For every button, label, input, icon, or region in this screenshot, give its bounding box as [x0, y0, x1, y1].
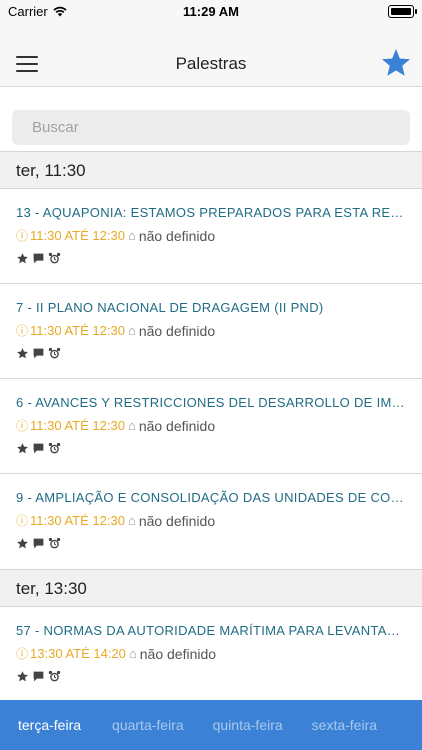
talk-title: 7 - II PLANO NACIONAL DE DRAGAGEM (II PN… — [16, 300, 324, 315]
talk-meta: ⓘ 11:30 ATÉ 12:30 ⌂ não definido — [16, 322, 406, 339]
chat-icon[interactable] — [32, 442, 45, 455]
item-actions — [16, 347, 406, 360]
info-icon: ⓘ — [16, 514, 29, 528]
status-bar: Carrier 11:29 AM — [0, 0, 422, 24]
talk-room: não definido — [138, 227, 216, 244]
tab-terca-feira[interactable]: terça-feira — [18, 717, 81, 733]
star-icon[interactable] — [16, 252, 29, 265]
talk-room: não definido — [138, 417, 216, 434]
talk-title: 6 - AVANCES Y RESTRICCIONES DEL DESARROL… — [16, 395, 406, 410]
page-title: Palestras — [175, 54, 247, 73]
home-icon: ⌂ — [127, 228, 136, 243]
talk-room: não definido — [139, 645, 217, 662]
star-icon[interactable] — [16, 442, 29, 455]
navigation-bar: Palestras — [0, 24, 422, 87]
item-actions — [16, 442, 406, 455]
alarm-clock-icon[interactable] — [48, 252, 61, 265]
info-icon: ⓘ — [16, 647, 29, 661]
search-input[interactable] — [12, 110, 410, 145]
talk-time: 11:30 ATÉ 12:30 — [30, 323, 125, 338]
section-header: ter, 11:30 — [0, 151, 422, 189]
chat-icon[interactable] — [32, 537, 45, 550]
talk-room: não definido — [138, 512, 216, 529]
battery-icon — [388, 5, 417, 18]
star-icon[interactable] — [380, 47, 412, 79]
list-item[interactable]: 7 - II PLANO NACIONAL DE DRAGAGEM (II PN… — [0, 284, 422, 379]
star-icon[interactable] — [16, 670, 29, 683]
star-icon[interactable] — [16, 347, 29, 360]
section-header: ter, 13:30 — [0, 569, 422, 607]
tab-sexta-feira[interactable]: sexta-feira — [312, 717, 377, 733]
list-item[interactable]: 13 - AQUAPONIA: ESTAMOS PREPARADOS PARA … — [0, 189, 422, 284]
list-item[interactable]: 57 - NORMAS DA AUTORIDADE MARÍTIMA PARA … — [0, 607, 422, 702]
item-actions — [16, 252, 406, 265]
talk-title: 13 - AQUAPONIA: ESTAMOS PREPARADOS PARA … — [16, 205, 406, 220]
search-bar — [0, 87, 422, 151]
talk-time: 11:30 ATÉ 12:30 — [30, 418, 125, 433]
list-item[interactable]: 6 - AVANCES Y RESTRICCIONES DEL DESARROL… — [0, 379, 422, 474]
alarm-clock-icon[interactable] — [48, 442, 61, 455]
alarm-clock-icon[interactable] — [48, 670, 61, 683]
talk-time: 11:30 ATÉ 12:30 — [30, 513, 125, 528]
talk-meta: ⓘ 11:30 ATÉ 12:30 ⌂ não definido — [16, 512, 406, 529]
item-actions — [16, 537, 406, 550]
list-item[interactable]: 9 - AMPLIAÇÃO E CONSOLIDAÇÃO DAS UNIDADE… — [0, 474, 422, 569]
talk-title: 9 - AMPLIAÇÃO E CONSOLIDAÇÃO DAS UNIDADE… — [16, 490, 406, 505]
star-icon[interactable] — [16, 537, 29, 550]
day-tab-bar: terça-feira quarta-feira quinta-feira se… — [0, 700, 422, 750]
home-icon: ⌂ — [127, 513, 136, 528]
chat-icon[interactable] — [32, 347, 45, 360]
talk-time: 11:30 ATÉ 12:30 — [30, 228, 125, 243]
alarm-clock-icon[interactable] — [48, 347, 61, 360]
talk-meta: ⓘ 11:30 ATÉ 12:30 ⌂ não definido — [16, 227, 406, 244]
item-actions — [16, 670, 406, 683]
chat-icon[interactable] — [32, 252, 45, 265]
talk-meta: ⓘ 13:30 ATÉ 14:20 ⌂ não definido — [16, 645, 406, 662]
home-icon: ⌂ — [127, 418, 136, 433]
info-icon: ⓘ — [16, 229, 29, 243]
home-icon: ⌂ — [127, 323, 136, 338]
tab-quinta-feira[interactable]: quinta-feira — [213, 717, 283, 733]
info-icon: ⓘ — [16, 324, 29, 338]
tab-quarta-feira[interactable]: quarta-feira — [112, 717, 184, 733]
talk-meta: ⓘ 11:30 ATÉ 12:30 ⌂ não definido — [16, 417, 406, 434]
talks-list: ter, 11:30 13 - AQUAPONIA: ESTAMOS PREPA… — [0, 151, 422, 702]
clock: 11:29 AM — [183, 4, 239, 19]
talk-room: não definido — [138, 322, 216, 339]
talk-time: 13:30 ATÉ 14:20 — [30, 646, 126, 661]
talk-title: 57 - NORMAS DA AUTORIDADE MARÍTIMA PARA … — [16, 623, 406, 638]
home-icon: ⌂ — [128, 646, 137, 661]
chat-icon[interactable] — [32, 670, 45, 683]
info-icon: ⓘ — [16, 419, 29, 433]
alarm-clock-icon[interactable] — [48, 537, 61, 550]
